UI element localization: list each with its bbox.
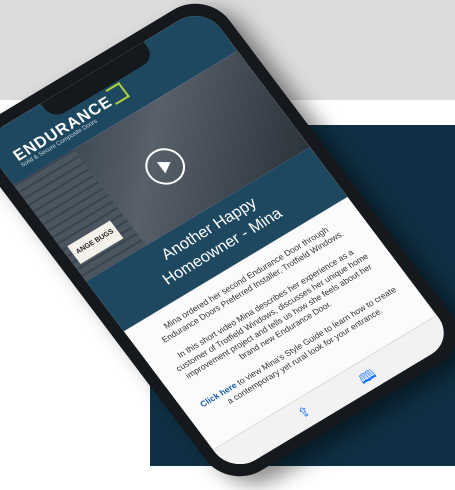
share-icon[interactable]: ⇪ — [294, 403, 314, 423]
play-icon[interactable] — [136, 141, 193, 192]
book-icon[interactable]: 🕮 — [354, 364, 383, 392]
